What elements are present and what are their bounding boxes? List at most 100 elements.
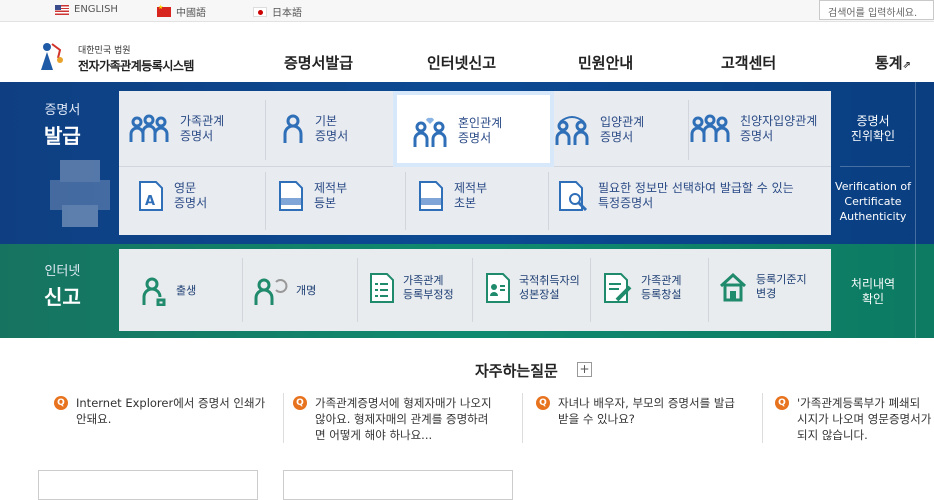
tile-line1: 혼인관계 (458, 116, 503, 130)
logo-system-name: 전자가족관계등록시스템 (78, 59, 194, 73)
verify-cert-english-button[interactable]: Verification of Certificate Authenticity (834, 179, 912, 224)
report-title: 인터넷 신고 (44, 260, 81, 310)
tile-line2: 증명서 (740, 129, 774, 143)
family-group-icon (129, 114, 169, 142)
couple-icon (413, 117, 447, 147)
tile-removed-register-copy[interactable]: 제적부 등본 (278, 180, 347, 212)
nav-internet-report[interactable]: 인터넷신고 (427, 52, 496, 73)
side-line2: Certificate (844, 195, 902, 208)
lang-japanese-link[interactable]: 日本語 (253, 4, 302, 19)
checklist-document-icon (370, 273, 394, 303)
faq-item[interactable]: Q 자녀나 배우자, 부모의 증명서를 발급 받을 수 있나요? (536, 395, 751, 427)
faq-line2: 받을 수 있나요? (558, 412, 635, 426)
person-icon (283, 114, 303, 143)
tile-line2: 증명서 (458, 131, 492, 145)
right-panel-edge (915, 244, 934, 338)
side-line2: 확인 (861, 292, 885, 306)
house-icon (719, 272, 747, 302)
faq-line2: 안돼요. (76, 412, 112, 426)
report-birth[interactable]: 출생 (140, 276, 196, 306)
nav-statistics[interactable]: 통계⇗ (875, 52, 911, 73)
side-line1: 증명서 (856, 114, 890, 128)
lang-chinese-link[interactable]: 中國語 (157, 4, 206, 19)
faq-line2: 시지가 나오며 영문증명서가 (797, 412, 932, 426)
certificate-title: 증명서 발급 (44, 99, 81, 149)
tile-line1: 개명 (296, 284, 317, 297)
japan-flag-icon (253, 6, 267, 17)
us-flag-icon (55, 4, 69, 15)
report-register-creation[interactable]: 가족관계 등록창설 (603, 272, 681, 304)
bottom-panel (283, 470, 513, 500)
question-icon: Q (54, 396, 68, 410)
faq-line2: 않아요. 형제자매의 관계를 증명하려 (315, 412, 489, 426)
tile-line1: 기본 (315, 114, 338, 128)
question-icon: Q (293, 396, 307, 410)
adoption-icon (555, 116, 589, 145)
tile-line1: 영문 (174, 181, 197, 195)
tile-english-cert[interactable]: A 영문 증명서 (138, 180, 207, 212)
tile-line2: 증명서 (174, 196, 208, 210)
side-line3: Authenticity (839, 210, 907, 223)
faq-item[interactable]: Q '가족관계등록부가 폐쇄되 시지가 나오며 영문증명서가 되지 않습니다. (775, 395, 934, 443)
tile-full-adoption-cert[interactable]: 친양자입양관계 증명서 (690, 114, 817, 144)
language-bar: ENGLISH 中國語 日本語 검색어를 입력하세요. (0, 0, 934, 22)
faq-item[interactable]: Q Internet Explorer에서 증명서 인쇄가 안돼요. (54, 395, 269, 427)
certificate-title-big: 발급 (44, 124, 81, 148)
court-emblem-icon (41, 43, 63, 70)
tile-marriage-cert[interactable]: 혼인관계 증명서 (412, 114, 502, 148)
tile-family-relation-cert[interactable]: 가족관계 증명서 (128, 114, 224, 144)
tile-line1: 제적부 (314, 181, 348, 195)
report-base-address-change[interactable]: 등록기준지 변경 (718, 272, 807, 302)
english-document-icon: A (139, 181, 163, 211)
grid-divider (405, 172, 406, 230)
report-name-change[interactable]: 개명 (254, 276, 316, 306)
tile-line2: 초본 (454, 196, 477, 210)
grid-divider (357, 258, 358, 322)
grid-divider (548, 172, 549, 230)
tile-specific-cert[interactable]: 필요한 정보만 선택하여 발급할 수 있는 특정증명서 (558, 180, 794, 212)
svg-text:A: A (145, 194, 155, 209)
grid-divider (590, 258, 591, 322)
faq-divider (762, 393, 763, 443)
tile-basic-cert[interactable]: 기본 증명서 (281, 114, 348, 144)
tile-line1: 가족관계 (403, 274, 444, 287)
person-rename-icon (254, 278, 288, 305)
printer-icon (50, 160, 110, 227)
tile-line2: 성본장설 (519, 288, 560, 301)
china-flag-icon (157, 4, 171, 17)
certificate-title-small: 증명서 (44, 103, 81, 118)
tile-line1: 필요한 정보만 선택하여 발급할 수 있는 (598, 181, 794, 195)
grid-divider (708, 258, 709, 322)
id-document-icon (486, 273, 510, 303)
faq-line3: 면 어떻게 해야 하나요... (315, 428, 433, 442)
lang-english-link[interactable]: ENGLISH (55, 4, 118, 15)
grid-divider (242, 258, 243, 322)
bottom-panel (38, 470, 258, 500)
tile-line1: 가족관계 (641, 274, 682, 287)
tile-line2: 등본 (314, 196, 337, 210)
tile-line1: 제적부 (454, 181, 488, 195)
grid-divider (472, 258, 473, 322)
report-title-big: 신고 (44, 285, 81, 309)
report-naturalized-surname[interactable]: 국적취득자의 성본장설 (485, 272, 580, 304)
tile-removed-register-extract[interactable]: 제적부 초본 (418, 180, 487, 212)
site-logo[interactable]: 대한민국 법원 전자가족관계등록시스템 (38, 40, 228, 76)
faq-line1: 가족관계증명서에 형제자매가 나오지 (315, 396, 492, 410)
processing-history-button[interactable]: 처리내역 확인 (840, 277, 906, 307)
tile-line1: 입양관계 (600, 115, 645, 129)
nav-customer-center[interactable]: 고객센터 (721, 52, 776, 73)
nav-civil-guide[interactable]: 민원안내 (578, 52, 633, 73)
verify-cert-button[interactable]: 증명서 진위확인 (840, 114, 906, 144)
grid-divider (265, 100, 266, 160)
tile-line1: 친양자입양관계 (740, 114, 818, 128)
right-panel-edge (915, 82, 934, 244)
tile-line2: 증명서 (180, 129, 214, 143)
faq-more-button[interactable]: + (577, 362, 592, 377)
report-register-correction[interactable]: 가족관계 등록부정정 (369, 272, 454, 304)
tile-adoption-cert[interactable]: 입양관계 증명서 (554, 114, 644, 146)
question-icon: Q (536, 396, 550, 410)
lang-japanese-label: 日本語 (272, 8, 302, 19)
faq-item[interactable]: Q 가족관계증명서에 형제자매가 나오지않아요. 형제자매의 관계를 증명하려면… (293, 395, 508, 443)
nav-certificate[interactable]: 증명서발급 (284, 52, 353, 73)
search-input[interactable]: 검색어를 입력하세요. (819, 0, 934, 20)
